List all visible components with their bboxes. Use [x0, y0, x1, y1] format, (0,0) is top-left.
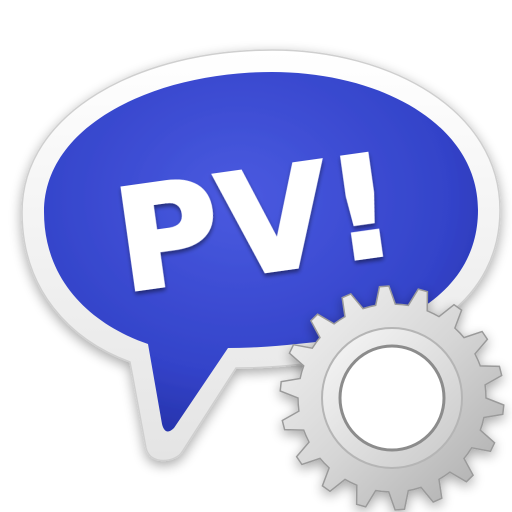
gear-icon [279, 285, 505, 511]
app-icon: PV! [0, 0, 512, 512]
app-icon-graphic: PV! [21, 49, 505, 511]
gear-hole [338, 344, 446, 452]
